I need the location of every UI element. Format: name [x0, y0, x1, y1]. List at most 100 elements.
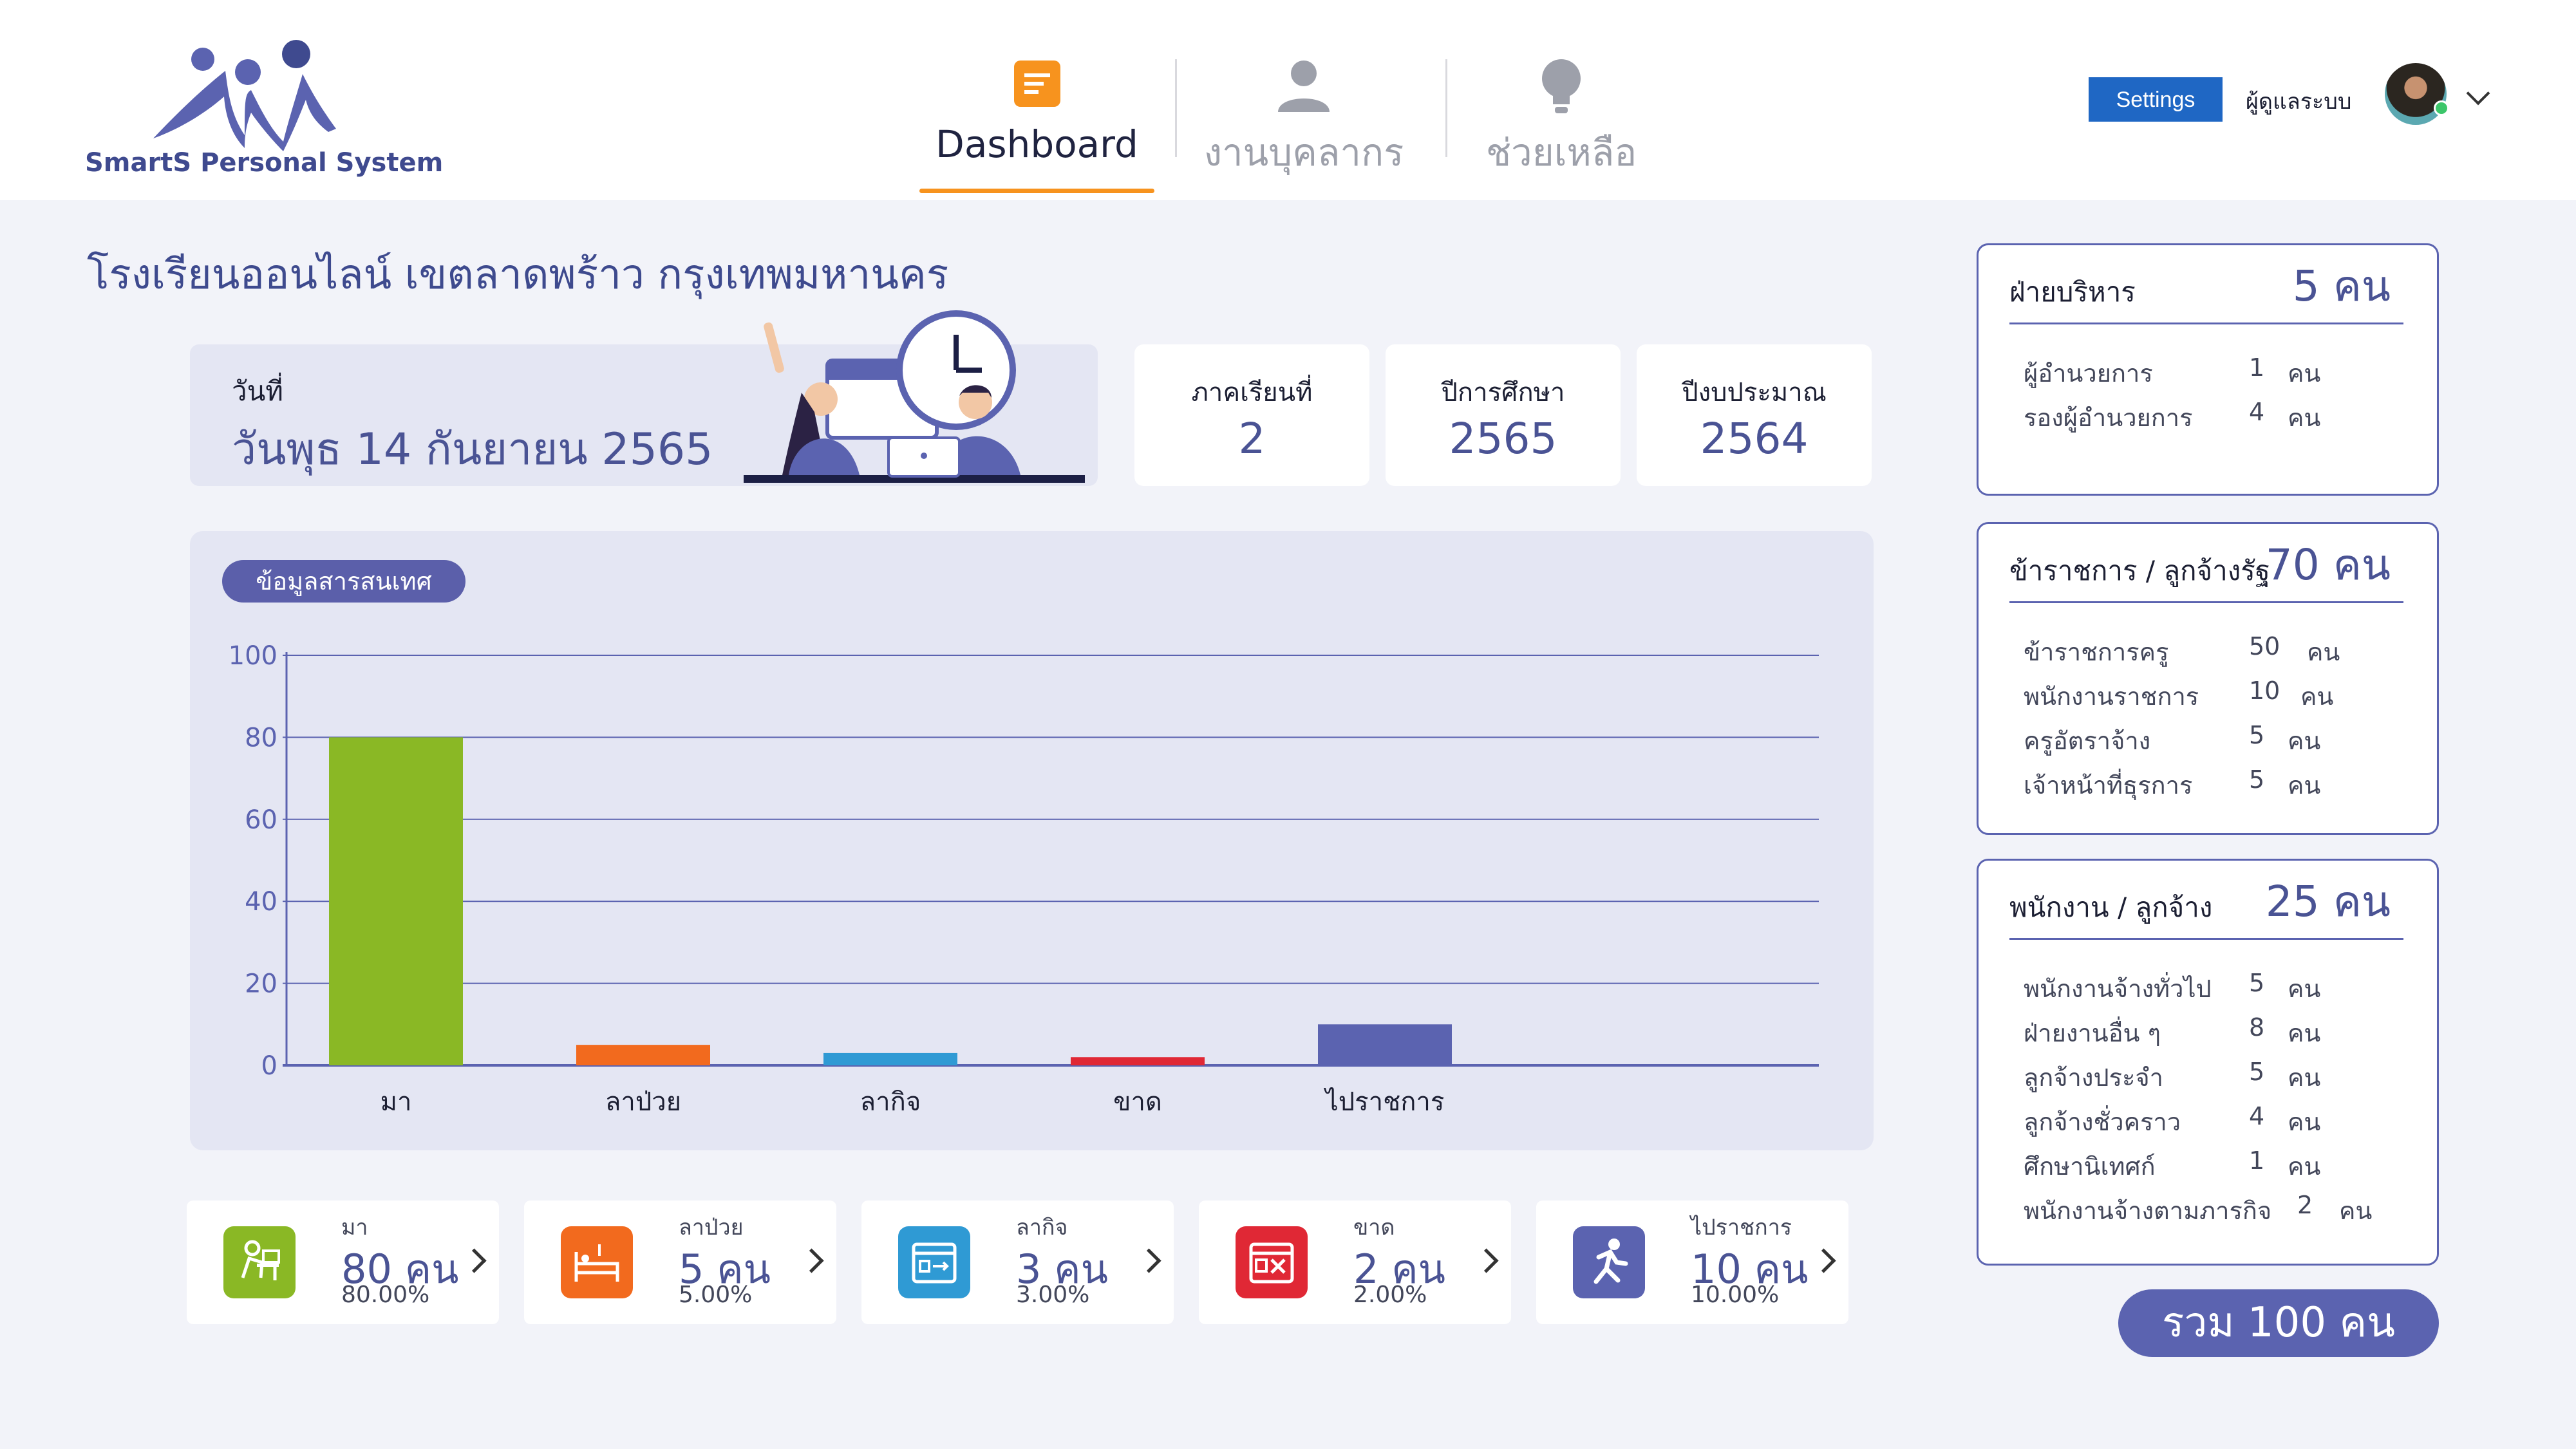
- online-status-dot: [2434, 100, 2449, 116]
- chart-x-tick-label: ลากิจ: [860, 1087, 921, 1117]
- chevron-right-icon[interactable]: [1811, 1248, 1836, 1273]
- tab-personnel-label: งานบุคลากร: [1203, 131, 1404, 174]
- calendar-leave-icon: [898, 1226, 970, 1298]
- chart-y-tick-label: 20: [245, 969, 277, 999]
- chart-bar: [576, 1045, 710, 1065]
- row-unit: คน: [2288, 359, 2321, 388]
- settings-button[interactable]: Settings: [2089, 77, 2223, 122]
- chart-x-tick-label: มา: [381, 1087, 412, 1117]
- academic-year-value: 2565: [1449, 414, 1557, 463]
- row-label: ลูกจ้างชั่วคราว: [2024, 1108, 2181, 1136]
- stat-percent: 5.00%: [679, 1282, 753, 1308]
- avatar[interactable]: [2385, 63, 2447, 125]
- group-row: พนักงานจ้างตามภารกิจ 2 คน: [2024, 1191, 2372, 1230]
- row-unit: คน: [2288, 1019, 2321, 1047]
- row-unit: คน: [2307, 638, 2340, 666]
- desk-worker-icon: [223, 1226, 296, 1298]
- row-unit: คน: [2288, 1152, 2321, 1181]
- group-name: พนักงาน / ลูกจ้าง: [2009, 892, 2213, 923]
- group-row: ผู้อำนวยการ 1 คน: [2024, 353, 2320, 393]
- chart-bar: [823, 1052, 957, 1065]
- stat-card-sick-leave[interactable]: ลาป่วย 5 คน 5.00%: [524, 1201, 836, 1324]
- fiscal-year-value: 2564: [1700, 414, 1809, 463]
- group-total: 70 คน: [2265, 540, 2391, 590]
- stat-percent: 10.00%: [1691, 1282, 1780, 1308]
- stat-percent: 80.00%: [341, 1282, 430, 1308]
- sick-bed-icon: [561, 1226, 633, 1298]
- stat-card-personal-leave[interactable]: ลากิจ 3 คน 3.00%: [861, 1201, 1174, 1324]
- semester-card: ภาคเรียนที่ 2: [1134, 344, 1369, 486]
- chevron-right-icon[interactable]: [462, 1248, 487, 1273]
- group-header: ข้าราชการ / ลูกจ้างรัฐ 70 คน: [2009, 540, 2403, 603]
- stat-card-absent[interactable]: ขาด 2 คน 2.00%: [1199, 1201, 1511, 1324]
- row-label: เจ้าหน้าที่ธุรการ: [2024, 771, 2193, 799]
- chart-title-pill: ข้อมูลสารสนเทศ: [222, 560, 465, 603]
- tab-help[interactable]: ช่วยเหลือ: [1468, 45, 1655, 193]
- group-row: เจ้าหน้าที่ธุรการ 5 คน: [2024, 765, 2320, 805]
- stat-card-official-duty[interactable]: ไปราชการ 10 คน 10.00%: [1536, 1201, 1848, 1324]
- chart-panel: 0 20 40 60 80 100 มา ลาป่วย ลากิจ ขาด ไปราชการ ข้อ…: [190, 531, 1874, 1150]
- row-unit: คน: [2288, 975, 2321, 1003]
- row-label: ลูกจ้างประจำ: [2024, 1063, 2163, 1092]
- chevron-right-icon[interactable]: [1474, 1248, 1499, 1273]
- academic-year-card: ปีการศึกษา 2565: [1386, 344, 1621, 486]
- chevron-down-icon[interactable]: [2466, 81, 2490, 106]
- chart-y-tick-label: 80: [245, 723, 277, 753]
- logo-text: SmartS Personal System: [85, 148, 444, 178]
- row-count: 5: [2249, 765, 2265, 794]
- chart-bar: [1071, 1057, 1205, 1065]
- group-total: 5 คน: [2292, 261, 2391, 311]
- group-row: ลูกจ้างชั่วคราว 4 คน: [2024, 1102, 2320, 1141]
- app-logo[interactable]: SmartS Personal System: [77, 32, 443, 187]
- chart-y-tick-label: 100: [229, 641, 277, 671]
- calendar-absent-icon: [1236, 1226, 1308, 1298]
- row-unit: คน: [2339, 1197, 2373, 1225]
- fiscal-year-card: ปีงบประมาณ 2564: [1637, 344, 1872, 486]
- row-count: 5: [2249, 969, 2265, 997]
- group-row: รองผู้อำนวยการ 4 คน: [2024, 398, 2320, 437]
- tab-personnel[interactable]: งานบุคลากร: [1198, 45, 1410, 193]
- row-count: 4: [2249, 1102, 2265, 1130]
- row-label: ข้าราชการครู: [2024, 638, 2169, 666]
- row-count: 5: [2249, 721, 2265, 749]
- user-name[interactable]: ผู้ดูแลระบบ: [2246, 84, 2351, 118]
- group-row: ลูกจ้างประจำ 5 คน: [2024, 1058, 2320, 1097]
- group-header: ฝ่ายบริหาร 5 คน: [2009, 261, 2403, 324]
- group-card-civil-servants: ข้าราชการ / ลูกจ้างรัฐ 70 คน ข้าราชการคร…: [1977, 522, 2439, 835]
- lightbulb-icon: [1539, 58, 1584, 118]
- group-name: ข้าราชการ / ลูกจ้างรัฐ: [2009, 555, 2270, 586]
- chart-bar: [1318, 1024, 1452, 1065]
- group-row: ครูอัตราจ้าง 5 คน: [2024, 721, 2320, 760]
- tab-dashboard[interactable]: Dashboard: [919, 45, 1154, 193]
- row-count: 5: [2249, 1058, 2265, 1086]
- running-person-icon: [1573, 1226, 1645, 1298]
- fiscal-year-label: ปีงบประมาณ: [1682, 378, 1827, 407]
- top-header: SmartS Personal System Dashboard งานบุคล…: [0, 0, 2576, 200]
- chart-y-tick-label: 60: [245, 805, 277, 835]
- row-label: พนักงานจ้างตามภารกิจ: [2024, 1197, 2272, 1225]
- row-unit: คน: [2288, 771, 2321, 799]
- stat-percent: 2.00%: [1353, 1282, 1427, 1308]
- row-count: 10: [2249, 677, 2280, 705]
- date-label: วันที่: [232, 375, 283, 407]
- row-count: 4: [2249, 398, 2265, 426]
- nav-divider: [1175, 59, 1177, 157]
- group-row: ข้าราชการครู 50 คน: [2024, 632, 2340, 671]
- office-illustration: [744, 310, 1085, 483]
- group-row: พนักงานจ้างทั่วไป 5 คน: [2024, 969, 2320, 1008]
- chevron-right-icon[interactable]: [1136, 1248, 1161, 1273]
- stat-card-present[interactable]: มา 80 คน 80.00%: [187, 1201, 499, 1324]
- document-icon: [1011, 58, 1063, 112]
- total-staff-button[interactable]: รวม 100 คน: [2118, 1289, 2439, 1357]
- row-label: พนักงานจ้างทั่วไป: [2024, 975, 2212, 1003]
- chevron-right-icon[interactable]: [799, 1248, 824, 1273]
- row-label: รองผู้อำนวยการ: [2024, 404, 2193, 432]
- chart-y-tick-label: 0: [261, 1051, 277, 1081]
- group-row: พนักงานราชการ 10 คน: [2024, 677, 2333, 716]
- group-card-executives: ฝ่ายบริหาร 5 คน ผู้อำนวยการ 1 คน รองผู้อำน…: [1977, 243, 2439, 496]
- row-label: พนักงานราชการ: [2024, 682, 2199, 711]
- row-label: ครูอัตราจ้าง: [2024, 727, 2151, 755]
- academic-year-label: ปีการศึกษา: [1441, 378, 1565, 407]
- row-count: 50: [2249, 632, 2280, 660]
- chart-x-tick-label: ขาด: [1113, 1087, 1162, 1117]
